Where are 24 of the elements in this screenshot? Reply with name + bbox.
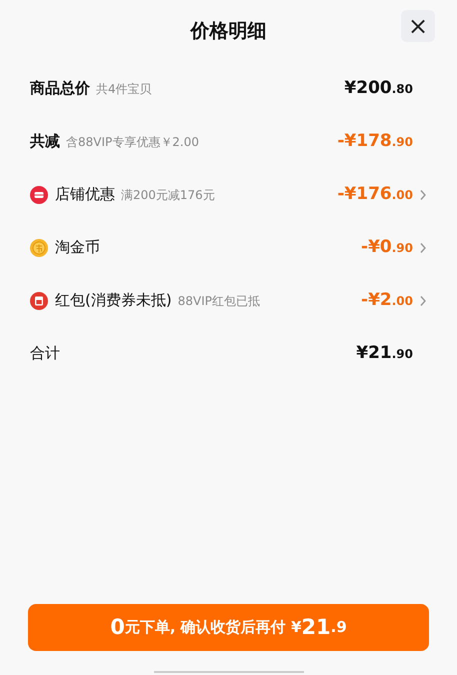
row-label: 红包(消费券未抵) — [55, 290, 172, 312]
row-label: 共减 — [30, 131, 60, 152]
amount: ¥200.80 — [344, 76, 413, 100]
row-label: 合计 — [30, 343, 60, 364]
amount: -¥0.90 — [361, 236, 413, 259]
shop-icon — [30, 186, 48, 204]
chevron-icon[interactable] — [419, 188, 427, 200]
amount: -¥2.00 — [361, 288, 413, 312]
amount: -¥176.00 — [337, 182, 413, 206]
envelope-icon — [30, 292, 48, 310]
row-label: 店铺优惠 — [55, 184, 115, 206]
row-note: 满200元减176元 — [121, 186, 215, 204]
coin-icon — [30, 238, 48, 256]
row-note: 含88VIP专享优惠￥2.00 — [66, 134, 199, 150]
chevron-icon[interactable] — [419, 242, 427, 254]
row-label: 淘金币 — [55, 237, 100, 258]
row-note: 共4件宝贝 — [96, 80, 152, 98]
panel-title: 价格明细 — [190, 18, 266, 44]
row-label: 商品总价 — [30, 78, 90, 100]
amount: -¥178.90 — [337, 130, 413, 153]
close-button[interactable]: × — [401, 10, 435, 42]
amount: ¥21.90 — [356, 342, 413, 365]
row-note: 88VIP红包已抵 — [178, 292, 260, 310]
chevron-icon[interactable] — [419, 294, 427, 306]
